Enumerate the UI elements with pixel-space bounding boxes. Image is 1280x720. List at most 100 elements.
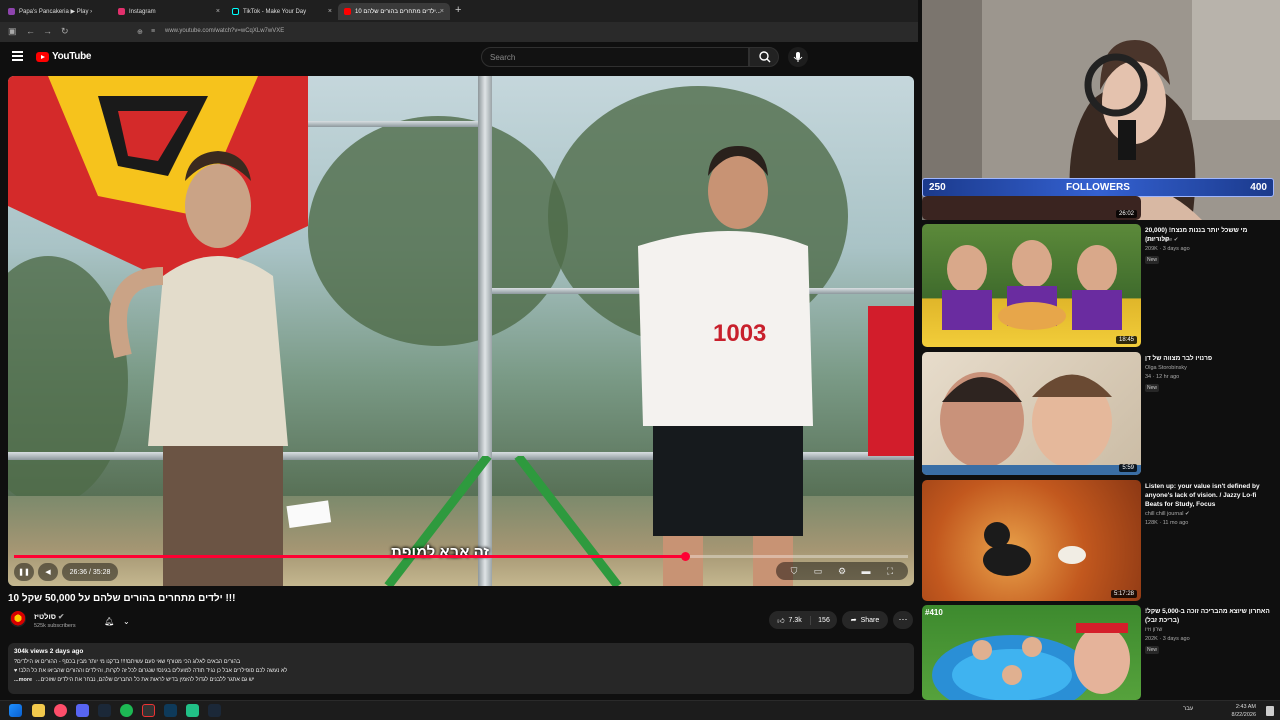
description-line-text: יש גם אתגר ללבנים לגדול להזמין בדיש לראו… — [36, 677, 255, 683]
dislike-button[interactable]: 156 — [811, 617, 837, 624]
volume-button[interactable]: ◀ — [38, 563, 58, 581]
site-info-icon[interactable]: ⊕ — [137, 28, 143, 36]
like-dislike-group: 👍︎ 7.3k 156 — [769, 611, 837, 629]
recommendation-stats: 128K · 11 mo ago — [1145, 520, 1189, 526]
hamburger-menu-icon[interactable] — [12, 51, 23, 61]
followers-goal-bar: 250 FOLLOWERS 400 — [922, 178, 1274, 197]
like-button[interactable]: 👍︎ 7.3k — [769, 615, 811, 625]
close-tab-icon[interactable]: × — [216, 8, 220, 15]
progress-scrubber-handle[interactable] — [680, 552, 690, 561]
recommendation-item[interactable]: 5:17:28 Listen up: your value isn't defi… — [922, 480, 1276, 601]
recommendation-item[interactable]: #410 האחרון שיוצא מהבריכה זוכה ב-5,000 ש… — [922, 605, 1276, 700]
video-player[interactable]: 1003 זה אבא למופת ❚❚ ◀ 26:36 / 35:28 ⛉ ▭… — [8, 76, 914, 586]
followers-current: 250 — [929, 182, 946, 193]
player-controls-left: ❚❚ ◀ 26:36 / 35:28 — [14, 562, 122, 582]
channel-name[interactable]: סולטיז ✔ — [34, 612, 64, 621]
recommendation-thumbnail: 18:45 — [922, 224, 1141, 347]
clock-date: 8/22/2026 — [1231, 712, 1256, 718]
description-line: לא נעשה לכם סופילרים אבל כן נגיד תודה למ… — [14, 668, 288, 674]
progress-bar[interactable] — [14, 552, 908, 561]
tab-title: 10 ילדים מתחרים בהורים שלהם... — [355, 8, 441, 15]
share-label: Share — [860, 616, 880, 624]
recommendation-item[interactable]: 26:02 — [922, 196, 1276, 220]
tab-tiktok[interactable]: TikTok - Make Your Day × — [226, 3, 338, 20]
new-badge: New — [1145, 256, 1160, 264]
description-box[interactable]: 304k views 2 days ago בהורים הבאים לאלוג… — [8, 643, 914, 694]
video-duration: 26:02 — [1115, 210, 1137, 218]
url-field[interactable]: www.youtube.com/watch?v=wCqXLw7wVXE — [165, 28, 284, 34]
rank-tag: #410 — [925, 608, 943, 617]
more-actions-button[interactable]: ⋯ — [893, 611, 913, 629]
voice-search-button[interactable] — [788, 47, 808, 67]
show-more-link[interactable]: ...more — [14, 676, 32, 685]
spotify-icon[interactable] — [120, 704, 133, 717]
tab-papas-pancakeria[interactable]: Papa's Pancakeria ▶ Play › — [2, 3, 112, 20]
instagram-icon — [118, 8, 125, 15]
sidebar-toggle-icon[interactable]: ▣ — [8, 26, 17, 37]
tab-instagram[interactable]: Instagram × — [112, 3, 226, 20]
tab-title: Papa's Pancakeria ▶ Play › — [19, 9, 93, 15]
settings-gear-icon[interactable]: ⚙ — [830, 566, 854, 577]
notification-icon[interactable] — [1266, 706, 1274, 716]
forward-arrow-icon[interactable]: → — [43, 26, 52, 36]
share-button[interactable]: ➦ Share — [842, 611, 888, 629]
file-explorer-icon[interactable] — [32, 704, 45, 717]
description-line-last: ...more יש גם אתגר ללבנים לגדול להזמין בד… — [14, 676, 908, 685]
input-language[interactable]: עבר — [1183, 706, 1193, 712]
youtube-logo-text: YouTube — [52, 51, 92, 62]
page-settings-icon[interactable]: ≡ — [151, 28, 155, 35]
recommendation-item[interactable]: 5:59 פרנויו לבר מצווה של דן Olga Storobi… — [922, 352, 1276, 476]
video-title: ילדים מתחרים בהורים שלהם על 50,000 שקל 1… — [8, 593, 236, 604]
steam-icon[interactable] — [208, 704, 221, 717]
search-button[interactable] — [749, 47, 779, 67]
tab-youtube-active[interactable]: 10 ילדים מתחרים בהורים שלהם... × — [338, 3, 450, 20]
fullscreen-icon[interactable]: ⛶ — [878, 566, 902, 577]
browser-icon[interactable] — [54, 704, 67, 717]
search-input[interactable]: Search — [481, 47, 749, 67]
video-subtitle: זה אבא למופת — [391, 544, 489, 561]
recommendation-item[interactable]: 18:45 מי ששכל יותר בננות מנצח! (20,000 ק… — [922, 224, 1276, 348]
followers-goal: 400 — [1250, 182, 1267, 193]
recommendation-thumbnail: 26:02 — [922, 196, 1141, 220]
recommendation-title: Listen up: your value isn't defined by a… — [1145, 483, 1260, 508]
bell-icon: 🔔︎ — [104, 616, 115, 626]
address-bar-row: ▣ ← → ↻ ⊕ ≡ www.youtube.com/watch?v=wCqX… — [0, 22, 932, 42]
video-person-edge — [868, 306, 914, 456]
recommendation-thumbnail: 5:17:28 — [922, 480, 1141, 601]
theater-mode-icon[interactable]: ▬ — [854, 566, 878, 576]
app-icon[interactable] — [186, 704, 199, 717]
youtube-logo[interactable]: YouTube — [36, 51, 92, 62]
close-tab-icon[interactable]: × — [328, 8, 332, 15]
video-duration: 5:59 — [1119, 464, 1137, 472]
obs-icon[interactable] — [142, 704, 155, 717]
discord-icon[interactable] — [76, 704, 89, 717]
thumb-art — [983, 522, 1086, 576]
reload-icon[interactable]: ↻ — [61, 26, 69, 37]
back-arrow-icon[interactable]: ← — [26, 26, 35, 36]
subscriber-count: 525k subscribers — [34, 623, 76, 629]
pause-button[interactable]: ❚❚ — [14, 563, 34, 581]
close-tab-icon[interactable]: × — [440, 8, 444, 15]
sponsor-shield-icon[interactable]: ⛉ — [782, 566, 806, 577]
recommendation-channel: Inde Game ✔ — [1145, 237, 1179, 243]
video-tree — [308, 116, 568, 346]
steam-icon[interactable] — [98, 704, 111, 717]
like-count: 7.3k — [788, 616, 802, 624]
thumb-art — [922, 372, 1141, 475]
system-clock[interactable]: 2:43 AM 8/22/2026 — [1232, 703, 1256, 719]
recommendation-thumbnail: #410 — [922, 605, 1141, 700]
app-icon[interactable] — [164, 704, 177, 717]
new-badge: New — [1145, 384, 1160, 392]
followers-label: FOLLOWERS — [1066, 182, 1130, 193]
description-line: בהורים הבאים לאלוג הכי מטורף שאי פעם עשי… — [14, 659, 241, 665]
video-duration: 5:17:28 — [1110, 590, 1137, 598]
recommendation-thumbnail: 5:59 — [922, 352, 1141, 475]
new-tab-button[interactable]: + — [455, 4, 461, 16]
scaffold-bar — [308, 121, 488, 127]
subtitles-icon[interactable]: ▭ — [806, 566, 830, 577]
notification-bell-button[interactable]: 🔔︎ ⌄ — [100, 613, 134, 629]
channel-avatar[interactable] — [10, 611, 26, 627]
start-windows-icon[interactable] — [9, 704, 22, 717]
recommendation-title: האחרון שיוצא מהבריכה זוכה ב-5,000 שקל! (… — [1145, 608, 1270, 624]
tab-title: Instagram — [129, 8, 156, 15]
